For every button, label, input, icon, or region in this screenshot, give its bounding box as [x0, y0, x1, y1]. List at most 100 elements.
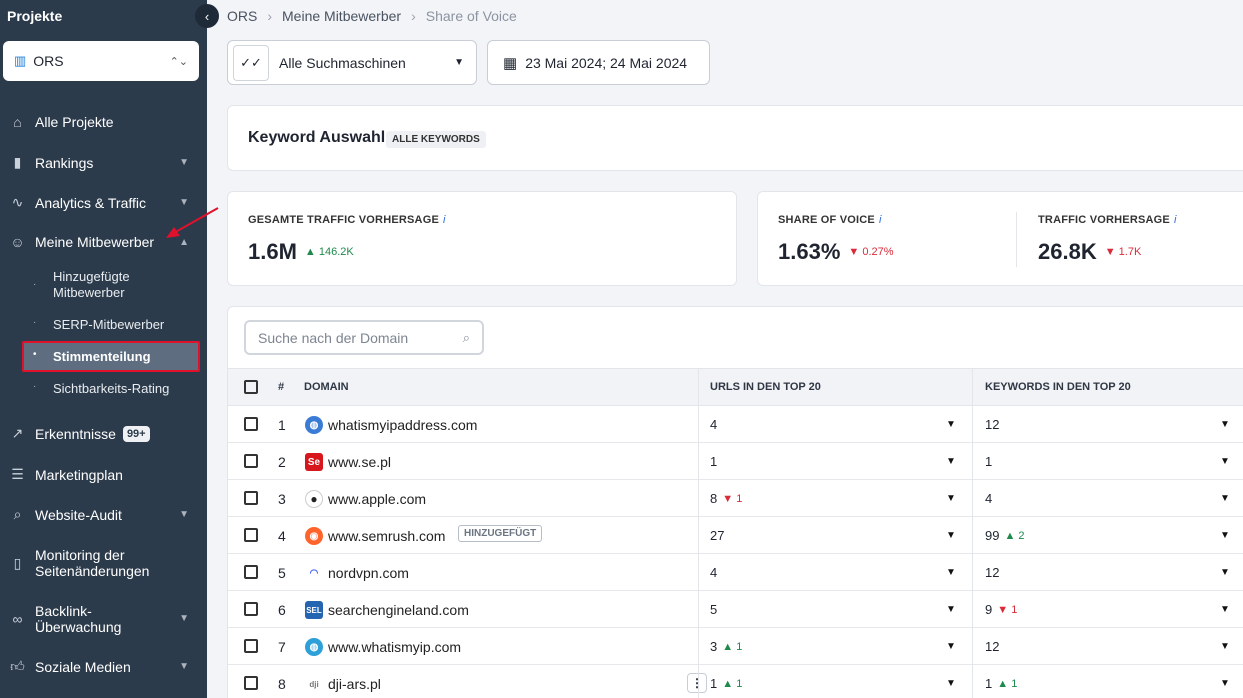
domain-link[interactable]: dji-ars.pl — [328, 676, 381, 692]
table-row[interactable]: 7 ◍ www.whatismyip.com 3 ▲ 1 ▼ 12 ▼ — [228, 628, 1243, 665]
project-selector[interactable]: ▥ ORS ⌃⌄ — [3, 41, 199, 81]
domain-link[interactable]: www.semrush.com — [328, 528, 445, 544]
domain-link[interactable]: www.apple.com — [328, 491, 426, 507]
urls-cell: 3 ▲ 1 — [710, 639, 743, 654]
expand-caret-icon[interactable]: ▼ — [946, 530, 956, 541]
row-checkbox[interactable] — [244, 417, 258, 431]
sidebar-title: Projekte — [7, 8, 63, 24]
chevron-down-icon: ▼ — [179, 509, 189, 520]
table-row[interactable]: 6 SEL searchengineland.com 5 ▼ 9 ▼ 1 ▼ — [228, 591, 1243, 628]
table-row[interactable]: 3 ● www.apple.com 8 ▼ 1 ▼ 4 ▼ — [228, 480, 1243, 517]
sidebar-item-website-audit[interactable]: ⌕ Website-Audit ▼ — [0, 506, 207, 523]
row-checkbox[interactable] — [244, 565, 258, 579]
col-divider — [698, 369, 699, 407]
main-content: ORS › Meine Mitbewerber › Share of Voice… — [207, 0, 1243, 698]
sidebar-item-soziale-medien[interactable]: 👍︎ Soziale Medien ▼ — [0, 658, 207, 675]
more-options-icon[interactable]: ⋮ — [687, 673, 707, 693]
domain-link[interactable]: www.whatismyip.com — [328, 639, 461, 655]
added-tag: HINZUGEFÜGT — [458, 525, 543, 542]
row-checkbox[interactable] — [244, 639, 258, 653]
domain-link[interactable]: searchengineland.com — [328, 602, 469, 618]
trend-icon: ↗ — [11, 425, 24, 441]
expand-caret-icon[interactable]: ▼ — [946, 567, 956, 578]
sidebar-item-marketingplan[interactable]: ☰ Marketingplan — [0, 466, 207, 483]
expand-caret-icon[interactable]: ▼ — [1220, 678, 1230, 689]
metric-label: TRAFFIC VORHERSAGE i — [1038, 214, 1177, 226]
date-range-button[interactable]: ▦ 23 Mai 2024; 24 Mai 2024 — [487, 40, 710, 85]
chevron-down-icon: ▼ — [179, 157, 189, 168]
expand-caret-icon[interactable]: ▼ — [946, 493, 956, 504]
arrow-down-icon: ▼ — [848, 246, 863, 258]
expand-caret-icon[interactable]: ▼ — [1220, 493, 1230, 504]
arrow-down-icon: ▼ — [997, 603, 1009, 616]
count-badge: 99+ — [122, 425, 150, 442]
domain-search-input[interactable]: Suche nach der Domain ⌕ — [244, 320, 484, 355]
row-checkbox[interactable] — [244, 602, 258, 616]
sidebar-sub-stimmenteilung[interactable]: Stimmenteilung — [53, 349, 151, 365]
col-divider — [698, 665, 699, 698]
expand-caret-icon[interactable]: ▼ — [1220, 419, 1230, 430]
urls-delta: ▼ 1 — [722, 492, 743, 505]
keywords-cell: 1 — [985, 454, 993, 469]
row-checkbox[interactable] — [244, 491, 258, 505]
table-row[interactable]: 1 ◍ whatismyipaddress.com 4 ▼ 12 ▼ — [228, 406, 1243, 443]
row-number: 5 — [278, 565, 286, 581]
row-number: 8 — [278, 676, 286, 692]
expand-caret-icon[interactable]: ▼ — [946, 604, 956, 615]
domain-link[interactable]: whatismyipaddress.com — [328, 417, 477, 433]
sidebar-item-erkenntnisse[interactable]: ↗ Erkenntnisse 99+ — [0, 425, 207, 442]
sidebar-sub-hinzugefuegte[interactable]: Hinzugefügte Mitbewerber — [53, 269, 173, 301]
select-all-checkbox[interactable] — [244, 380, 258, 394]
col-domain[interactable]: DOMAIN — [304, 381, 349, 393]
sidebar-item-alle-projekte[interactable]: ⌂ Alle Projekte — [0, 114, 207, 130]
col-divider — [698, 480, 699, 517]
table-row[interactable]: 5 ◠ nordvpn.com 4 ▼ 12 ▼ — [228, 554, 1243, 591]
sidebar-item-backlink[interactable]: ∞ Backlink-Überwachung ▼ — [0, 603, 207, 635]
row-checkbox[interactable] — [244, 676, 258, 690]
col-urls[interactable]: URLS IN DEN TOP 20 — [710, 381, 821, 393]
table-row[interactable]: 8 dji dji-ars.pl ⋮ 1 ▲ 1 ▼ 1 ▲ 1 ▼ — [228, 665, 1243, 698]
bullet-icon: · — [33, 317, 37, 328]
collapse-sidebar-button[interactable]: ‹ — [195, 4, 219, 28]
sidebar-sub-serp[interactable]: SERP-Mitbewerber — [53, 317, 164, 333]
table-row[interactable]: 4 ◉ www.semrush.com HINZUGEFÜGT 27 ▼ 99 ▲ 2 ▼ — [228, 517, 1243, 554]
keyword-filter-badge[interactable]: ALLE KEYWORDS — [386, 131, 486, 148]
row-checkbox[interactable] — [244, 454, 258, 468]
bar-chart-icon: ▮ — [13, 154, 22, 170]
sidebar-item-monitoring[interactable]: ▯ Monitoring der Seitenänderungen — [0, 547, 207, 579]
date-range-label: 23 Mai 2024; 24 Mai 2024 — [525, 54, 688, 71]
sidebar-item-label: Rankings — [35, 154, 94, 171]
sidebar-item-label: Analytics & Traffic — [35, 194, 147, 211]
expand-caret-icon[interactable]: ▼ — [946, 419, 956, 430]
delta-down: ▼ 0.27% — [848, 246, 894, 258]
expand-caret-icon[interactable]: ▼ — [1220, 456, 1230, 467]
thumb-icon: 👍︎ — [10, 658, 25, 674]
domain-link[interactable]: nordvpn.com — [328, 565, 409, 581]
breadcrumb-root[interactable]: ORS — [227, 8, 257, 24]
expand-caret-icon[interactable]: ▼ — [1220, 641, 1230, 652]
keywords-cell: 1 ▲ 1 — [985, 676, 1018, 691]
expand-caret-icon[interactable]: ▼ — [946, 641, 956, 652]
kw-delta: ▼ 1 — [997, 603, 1018, 616]
expand-caret-icon[interactable]: ▼ — [946, 678, 956, 689]
search-engine-dropdown[interactable]: ✓✓ Alle Suchmaschinen ▼ — [227, 40, 477, 85]
urls-cell: 8 ▼ 1 — [710, 491, 743, 506]
metric-value: 1.63% ▼ 0.27% — [778, 239, 894, 264]
row-checkbox[interactable] — [244, 528, 258, 542]
domain-link[interactable]: www.se.pl — [328, 454, 391, 470]
sidebar-item-label: Soziale Medien — [35, 658, 131, 675]
sidebar-item-rankings[interactable]: ▮ Rankings ▼ — [0, 154, 207, 171]
arrow-up-icon: ▲ — [304, 246, 319, 258]
sidebar-sub-sichtbarkeit[interactable]: Sichtbarkeits-Rating — [53, 381, 169, 397]
col-keywords[interactable]: KEYWORDS IN DEN TOP 20 — [985, 381, 1131, 393]
table-row[interactable]: 2 Se www.se.pl 1 ▼ 1 ▼ — [228, 443, 1243, 480]
semrush-favicon-icon: ◉ — [305, 527, 323, 545]
breadcrumb-middle[interactable]: Meine Mitbewerber — [282, 8, 401, 24]
urls-cell: 1 — [710, 454, 718, 469]
expand-caret-icon[interactable]: ▼ — [1220, 567, 1230, 578]
expand-caret-icon[interactable]: ▼ — [1220, 604, 1230, 615]
col-divider — [972, 480, 973, 517]
expand-caret-icon[interactable]: ▼ — [1220, 530, 1230, 541]
kw-delta: ▲ 2 — [1004, 529, 1025, 542]
expand-caret-icon[interactable]: ▼ — [946, 456, 956, 467]
